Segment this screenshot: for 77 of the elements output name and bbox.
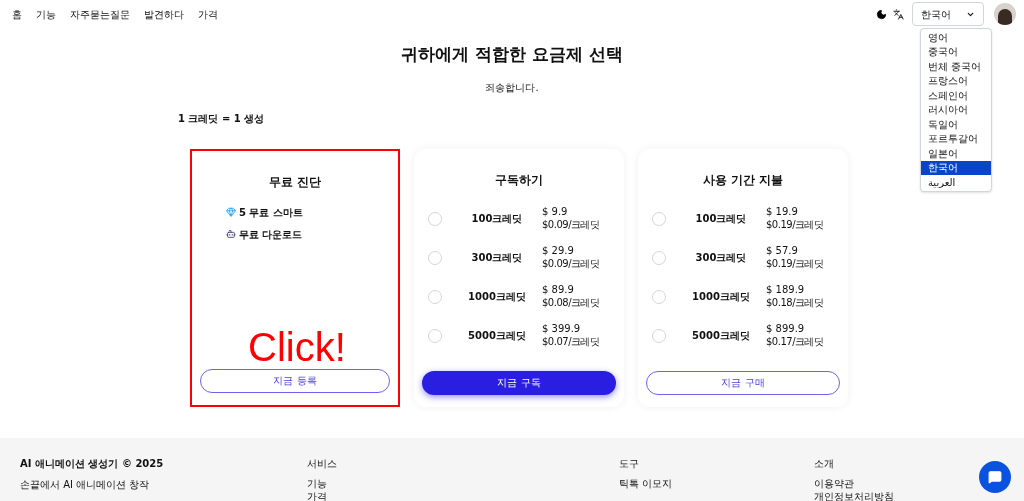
page-title: 귀하에게 적합한 요금제 선택 — [401, 43, 623, 66]
unit-price: $0.09/크레딧 — [542, 257, 601, 270]
feature-text: 무료 다운로드 — [239, 227, 303, 242]
credit-amount: 100크레딧 — [470, 212, 524, 226]
price: $ 29.9 — [542, 245, 575, 258]
language-option[interactable]: 한국어 — [921, 160, 991, 175]
price: $ 89.9 — [542, 284, 575, 297]
radio-button[interactable] — [428, 211, 442, 226]
plan-title: 사용 기간 지불 — [701, 171, 785, 189]
unit-price: $0.19/크레딧 — [766, 218, 825, 231]
radio-button[interactable] — [652, 250, 666, 265]
unit-price: $0.17/크레딧 — [766, 335, 825, 348]
language-option[interactable]: العربية — [921, 175, 991, 190]
footer-brand: AI 애니메이션 생성기 © 2025 — [20, 457, 165, 471]
unit-price: $0.19/크레딧 — [766, 257, 825, 270]
unit-price: $0.18/크레딧 — [766, 296, 825, 309]
subscribe-button[interactable]: 지금 구독 — [422, 370, 616, 395]
credit-amount: 1000크레딧 — [467, 290, 527, 304]
credit-note: 1 크레딧 = 1 생성 — [178, 112, 265, 124]
translate-icon[interactable] — [893, 8, 904, 20]
unit-price: $0.07/크레딧 — [542, 335, 601, 348]
plan-title: 구독하기 — [494, 171, 544, 189]
footer-link[interactable]: 이용약관 — [814, 477, 1024, 490]
price: $ 9.9 — [542, 206, 569, 219]
credit-amount: 300크레딧 — [470, 251, 524, 265]
click-annotation: Click! — [248, 326, 346, 367]
credit-amount: 100크레딧 — [694, 212, 748, 226]
price: $ 899.9 — [766, 323, 806, 336]
language-option[interactable]: 러시아어 — [921, 102, 991, 117]
radio-button[interactable] — [652, 289, 666, 304]
credit-amount: 5000크레딧 — [467, 329, 527, 343]
language-option[interactable]: 포르투갈어 — [921, 131, 991, 146]
credit-amount: 300크레딧 — [694, 251, 748, 265]
moon-icon[interactable] — [876, 8, 887, 20]
credit-amount: 5000크레딧 — [691, 329, 751, 343]
plan-title: 무료 진단 — [267, 173, 323, 191]
radio-button[interactable] — [428, 289, 442, 304]
price: $ 399.9 — [542, 323, 582, 336]
footer-heading: 소개 — [814, 457, 835, 471]
nav-link[interactable]: 자주묻는질문 — [70, 6, 130, 22]
footer-heading: 도구 — [619, 457, 640, 471]
language-option[interactable]: 번체 중국어 — [921, 59, 991, 74]
footer-link[interactable]: 가격 — [307, 490, 619, 501]
subtitle: 죄송합니다. — [485, 80, 539, 95]
radio-button[interactable] — [428, 328, 442, 343]
robot-icon — [226, 229, 236, 239]
nav-link[interactable]: 홈 — [12, 6, 22, 22]
price: $ 189.9 — [766, 284, 806, 297]
feature-text: 5 무료 스마트 — [239, 205, 303, 220]
nav-link[interactable]: 가격 — [198, 6, 218, 22]
diamond-icon — [226, 207, 236, 217]
footer-tagline: 손끝에서 AI 애니메이션 창작 — [20, 478, 151, 492]
language-option[interactable]: 일본어 — [921, 146, 991, 161]
footer-link[interactable]: 틱톡 이모지 — [619, 477, 814, 490]
language-option[interactable]: 프랑스어 — [921, 73, 991, 88]
price: $ 19.9 — [766, 206, 799, 219]
chat-icon — [988, 470, 1002, 484]
price: $ 57.9 — [766, 245, 799, 258]
nav-link[interactable]: 발견하다 — [144, 6, 184, 22]
footer-link[interactable]: 기능 — [307, 477, 619, 490]
nav-link[interactable]: 기능 — [36, 6, 56, 22]
language-option[interactable]: 독일어 — [921, 117, 991, 132]
footer-heading: 서비스 — [307, 457, 338, 471]
plan-button[interactable]: 지금 등록 — [200, 368, 390, 393]
language-select[interactable]: 한국어 — [912, 2, 984, 26]
footer-link[interactable]: 개인정보처리방침 — [814, 490, 1024, 501]
language-option[interactable]: 중국어 — [921, 44, 991, 59]
unit-price: $0.09/크레딧 — [542, 218, 601, 231]
radio-button[interactable] — [652, 211, 666, 226]
radio-button[interactable] — [428, 250, 442, 265]
avatar[interactable] — [994, 3, 1016, 25]
language-option[interactable]: 스페인어 — [921, 88, 991, 103]
plan-button[interactable]: 지금 구매 — [646, 370, 840, 395]
radio-button[interactable] — [652, 328, 666, 343]
credit-amount: 1000크레딧 — [691, 290, 751, 304]
unit-price: $0.08/크레딧 — [542, 296, 601, 309]
language-option[interactable]: 영어 — [921, 30, 991, 45]
